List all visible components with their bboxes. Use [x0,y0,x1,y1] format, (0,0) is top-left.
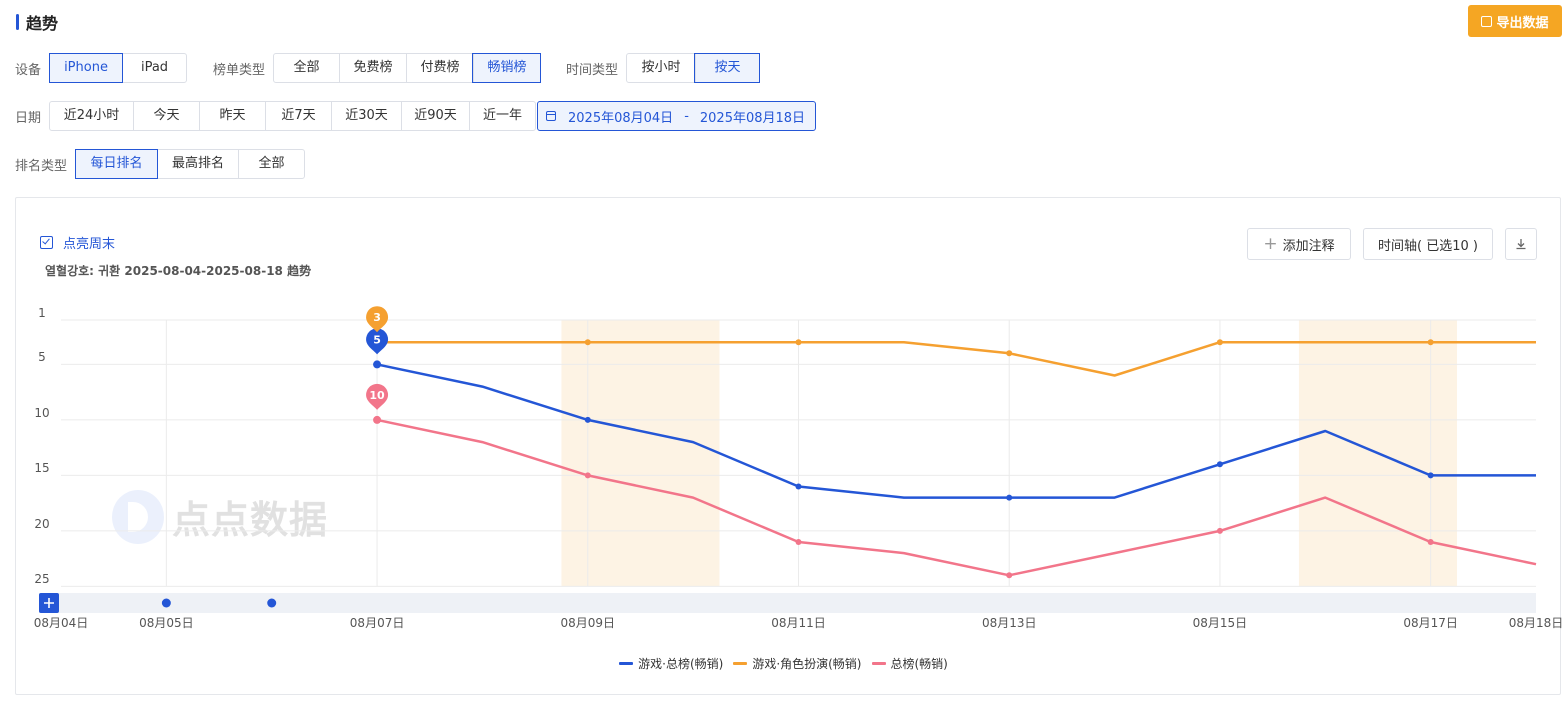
legend-label: 游戏·总榜(畅销) [638,657,724,671]
pin-label: 10 [369,389,385,402]
series-start-pin: 5 [366,328,389,355]
series-point[interactable] [584,416,591,423]
x-tick-label: 08月04日 [34,616,89,630]
timeline-strip [39,593,1536,613]
x-tick-label: 08月17日 [1403,616,1458,630]
x-tick-label: 08月05日 [139,616,194,630]
rank-option-daily[interactable]: 每日排名 [75,149,159,179]
series-point[interactable] [795,483,802,490]
series-point[interactable] [373,360,382,369]
series-point[interactable] [1427,472,1434,479]
timeline-annotation-dot[interactable] [161,598,171,608]
legend-item-game-overall[interactable]: 游戏·总榜(畅销) [619,655,723,672]
series-point[interactable] [1216,339,1223,346]
series-start-pin: 10 [366,383,389,410]
series-point[interactable] [795,339,802,346]
series-point[interactable] [1006,494,1013,501]
legend-swatch [619,662,634,665]
series-point[interactable] [1216,461,1223,468]
weekend-band [561,320,720,586]
x-tick-label: 08月09日 [561,616,616,630]
legend-label: 总榜(畅销) [890,657,948,671]
x-tick-label: 08月13日 [982,616,1037,630]
time-option-daily[interactable]: 按天 [694,53,761,83]
rank-trend-chart: 08月04日 08月05日 08月07日 08月09日 08月11日 08月13日 08月1… [34,306,1564,630]
legend-label: 游戏·角色扮演(畅销) [752,657,862,671]
device-option-iphone[interactable]: iPhone [49,53,124,83]
series-point[interactable] [1216,527,1223,534]
series-point[interactable] [373,415,382,424]
pin-label: 5 [373,333,381,346]
series-start-pin: 3 [366,306,389,333]
timeline-annotation-dot[interactable] [267,598,277,608]
pin-label: 3 [373,311,381,324]
list-option-grossing[interactable]: 畅销榜 [472,53,542,83]
legend-swatch [871,662,886,665]
series-point[interactable] [1006,350,1013,357]
series-point[interactable] [584,472,591,479]
x-tick-label: 08月11日 [771,616,826,630]
x-tick-label: 08月18日 [1509,616,1564,630]
series-point[interactable] [1427,539,1434,545]
x-tick-label: 08月15日 [1193,616,1248,630]
series-point[interactable] [795,539,802,545]
legend-item-overall[interactable]: 总榜(畅销) [871,655,948,672]
chart-legend: 游戏·总榜(畅销) 游戏·角色扮演(畅销) 总榜(畅销) [0,655,1567,672]
series-point[interactable] [584,339,591,346]
series-point[interactable] [1006,572,1013,579]
legend-item-game-rpg[interactable]: 游戏·角色扮演(畅销) [733,655,862,672]
legend-swatch [733,662,748,665]
series-point[interactable] [1427,339,1434,346]
x-tick-label: 08月07日 [350,616,405,630]
